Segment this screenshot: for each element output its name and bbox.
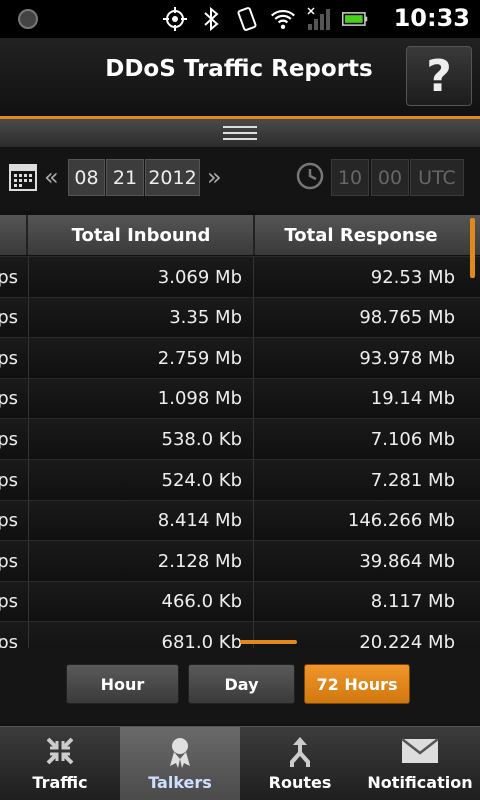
prev-date-arrow[interactable]: «: [44, 163, 59, 191]
signal-icon: [306, 6, 332, 32]
response-cell: 146.266 Mb: [253, 500, 465, 541]
table-row[interactable]: ps 3.35 Mb 98.765 Mb: [0, 296, 480, 338]
gps-icon: [162, 6, 188, 32]
tab-notification[interactable]: Notification: [360, 727, 480, 800]
mail-icon: [360, 735, 480, 767]
tab-traffic[interactable]: Traffic: [0, 727, 120, 800]
time-range-selector: Hour Day 72 Hours: [0, 648, 480, 724]
column-total-inbound[interactable]: Total Inbound: [26, 215, 254, 255]
table-row[interactable]: ps 2.128 Mb 39.864 Mb: [0, 540, 480, 582]
partial-cell: ps: [0, 631, 18, 648]
clock-time: 10:33: [393, 4, 470, 32]
inbound-cell: 2.128 Mb: [28, 541, 252, 582]
drawer-handle-icon: [223, 126, 257, 140]
response-cell: 98.765 Mb: [253, 297, 465, 338]
app-notification-icon: [18, 9, 38, 29]
tab-traffic-label: Traffic: [32, 773, 88, 792]
timezone-field: UTC: [410, 159, 464, 196]
tab-routes[interactable]: Routes: [240, 727, 360, 800]
table-row[interactable]: ps 466.0 Kb 8.117 Mb: [0, 580, 480, 622]
partial-cell: ps: [0, 550, 18, 572]
month-field[interactable]: 08: [68, 159, 105, 196]
minute-field: 00: [371, 159, 409, 196]
inbound-cell: 8.414 Mb: [28, 500, 252, 541]
tab-talkers-label: Talkers: [148, 773, 212, 792]
partial-cell: ps: [0, 510, 18, 532]
response-cell: 7.281 Mb: [253, 460, 465, 500]
status-icons: [162, 6, 368, 32]
inbound-cell: 524.0 Kb: [28, 460, 252, 500]
day-button[interactable]: Day: [188, 664, 295, 704]
traffic-icon: [0, 735, 120, 767]
table-row[interactable]: ps 524.0 Kb 7.281 Mb: [0, 459, 480, 500]
battery-icon: [342, 6, 368, 32]
day-field[interactable]: 21: [106, 159, 144, 196]
response-cell: 19.14 Mb: [253, 378, 465, 419]
response-cell: 20.224 Mb: [253, 622, 465, 648]
drawer-toggle[interactable]: [0, 119, 480, 147]
status-bar: 10:33: [0, 0, 480, 38]
title-bar: DDoS Traffic Reports ?: [0, 38, 480, 116]
tab-routes-label: Routes: [268, 773, 332, 792]
response-cell: 7.106 Mb: [253, 419, 465, 460]
calendar-icon[interactable]: [9, 161, 37, 191]
partial-cell: ps: [0, 307, 18, 329]
partial-cell: ps: [0, 469, 18, 491]
response-cell: 39.864 Mb: [253, 541, 465, 582]
table-row[interactable]: ps 8.414 Mb 146.266 Mb: [0, 499, 480, 541]
inbound-cell: 681.0 Kb: [28, 622, 252, 648]
partial-cell: ps: [0, 347, 18, 369]
inbound-cell: 2.759 Mb: [28, 338, 252, 379]
table-row[interactable]: ps 1.098 Mb 19.14 Mb: [0, 377, 480, 419]
table-row[interactable]: ps 3.069 Mb 92.53 Mb: [0, 256, 480, 297]
inbound-cell: 466.0 Kb: [28, 581, 252, 622]
table-row[interactable]: ps 2.759 Mb 93.978 Mb: [0, 337, 480, 379]
date-selector: « 08 21 2012 » 10 00 UTC: [0, 147, 480, 211]
help-button[interactable]: ?: [406, 46, 472, 106]
inbound-cell: 3.35 Mb: [28, 297, 252, 338]
routes-icon: [240, 735, 360, 767]
horizontal-scrollbar[interactable]: [240, 640, 297, 644]
hour-button[interactable]: Hour: [66, 664, 179, 704]
vertical-scrollbar[interactable]: [470, 218, 475, 278]
table-row[interactable]: ps 681.0 Kb 20.224 Mb: [0, 621, 480, 648]
response-cell: 8.117 Mb: [253, 581, 465, 622]
bottom-tab-bar: Traffic Talkers Routes Notification: [0, 726, 480, 800]
inbound-cell: 538.0 Kb: [28, 419, 252, 460]
tab-notification-label: Notification: [367, 773, 473, 792]
talkers-icon: [120, 735, 240, 768]
wifi-icon: [270, 6, 296, 32]
talkers-table[interactable]: Total Inbound Total Response ps 3.069 Mb 9…: [0, 215, 480, 648]
partial-cell: ps: [0, 428, 18, 450]
table-header: Total Inbound Total Response: [0, 215, 480, 255]
bluetooth-icon: [198, 6, 224, 32]
inbound-cell: 3.069 Mb: [28, 257, 252, 297]
partial-cell: ps: [0, 388, 18, 410]
partial-cell: ps: [0, 591, 18, 613]
72-hours-button[interactable]: 72 Hours: [304, 664, 410, 704]
tab-talkers[interactable]: Talkers: [120, 727, 240, 800]
hour-field: 10: [331, 159, 369, 196]
column-total-response[interactable]: Total Response: [253, 215, 467, 255]
clock-icon: [296, 162, 324, 190]
vibrate-icon: [234, 6, 260, 32]
next-date-arrow[interactable]: »: [207, 163, 222, 191]
partial-cell: ps: [0, 266, 18, 288]
year-field[interactable]: 2012: [145, 159, 200, 196]
response-cell: 92.53 Mb: [253, 257, 465, 297]
inbound-cell: 1.098 Mb: [28, 378, 252, 419]
response-cell: 93.978 Mb: [253, 338, 465, 379]
table-row[interactable]: ps 538.0 Kb 7.106 Mb: [0, 418, 480, 460]
